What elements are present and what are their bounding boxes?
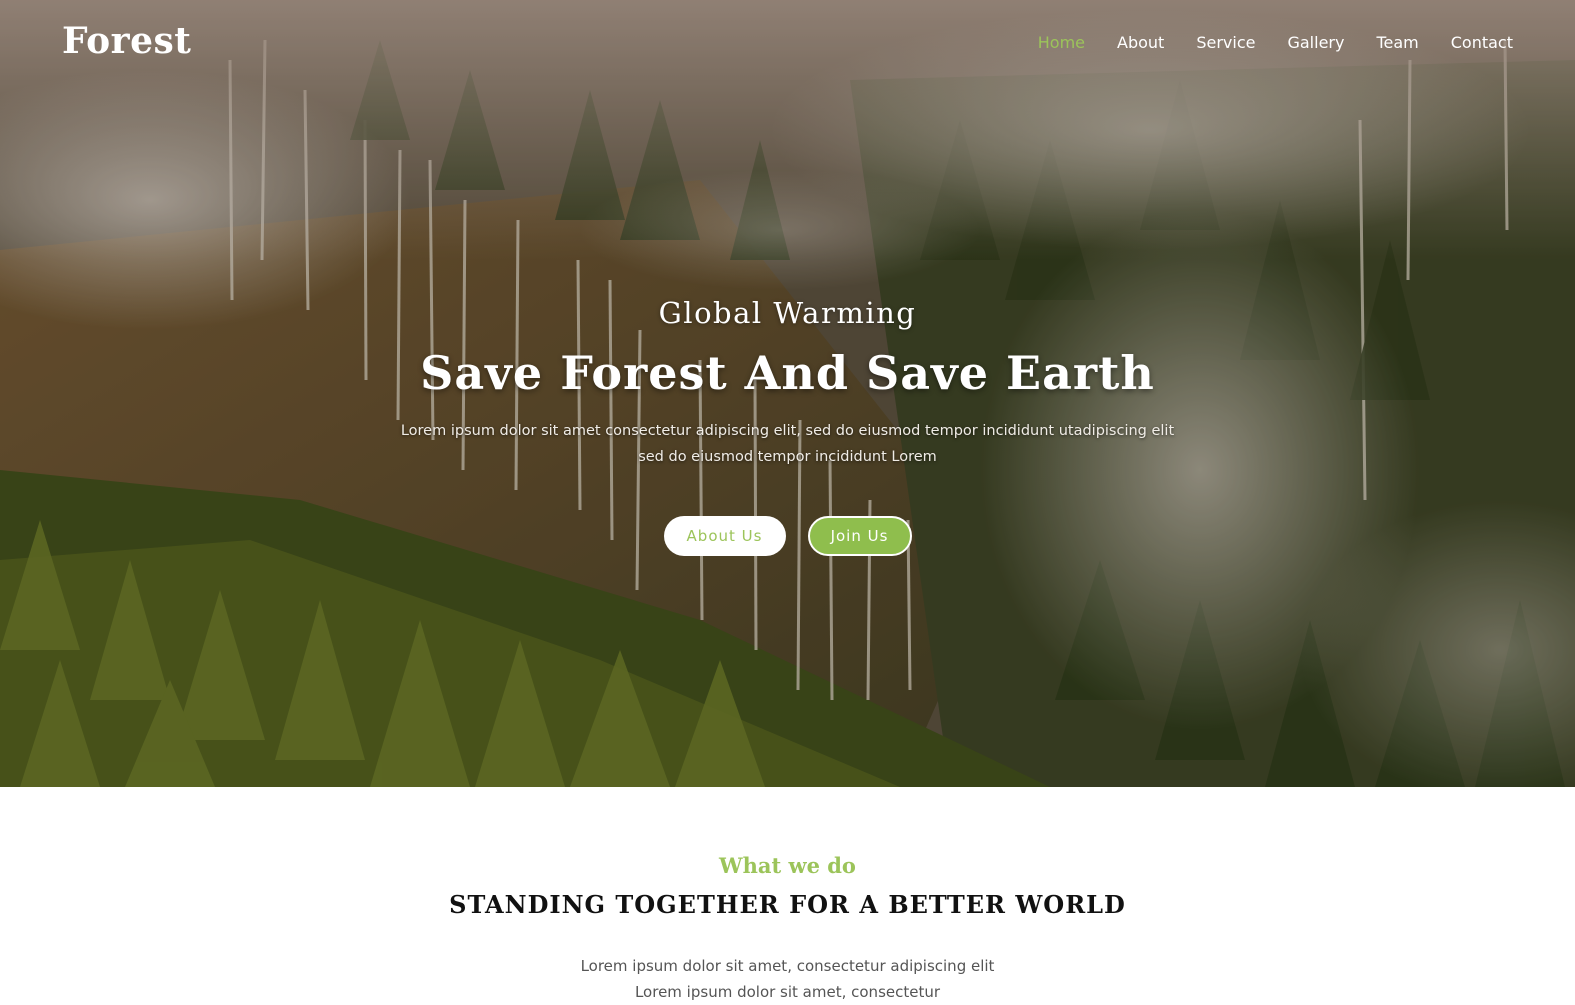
section-text-line-1: Lorem ipsum dolor sit amet, consectetur … (580, 957, 995, 975)
hero-content: Global Warming Save Forest And Save Eart… (0, 296, 1575, 470)
nav-item-gallery[interactable]: Gallery (1287, 33, 1344, 52)
what-we-do-section: What we do STANDING TOGETHER FOR A BETTE… (0, 787, 1575, 1001)
join-us-button[interactable]: Join Us (807, 516, 912, 556)
nav-item-team[interactable]: Team (1376, 33, 1418, 52)
nav-item-service[interactable]: Service (1196, 33, 1255, 52)
hero-description: Lorem ipsum dolor sit amet consectetur a… (400, 423, 1175, 465)
brand-logo[interactable]: Forest (62, 20, 191, 62)
hero-title: Save Forest And Save Earth (420, 346, 1155, 400)
section-text-line-2: Lorem ipsum dolor sit amet, consectetur (634, 983, 941, 1001)
section-title: STANDING TOGETHER FOR A BETTER WORLD (449, 890, 1126, 919)
nav-item-home[interactable]: Home (1038, 33, 1085, 52)
about-us-button[interactable]: About Us (663, 516, 786, 556)
nav-item-about[interactable]: About (1117, 33, 1164, 52)
hero-banner: Forest Home About Service Gallery Team C… (0, 0, 1575, 787)
section-text: Lorem ipsum dolor sit amet, consectetur … (0, 953, 1575, 1005)
hero-buttons: About Us Join Us (0, 516, 1575, 556)
nav-item-contact[interactable]: Contact (1451, 33, 1513, 52)
hero-subtitle: Global Warming (658, 296, 917, 330)
section-subtitle: What we do (719, 853, 856, 878)
top-navbar: Forest Home About Service Gallery Team C… (0, 0, 1575, 90)
nav-menu: Home About Service Gallery Team Contact (1038, 33, 1513, 52)
